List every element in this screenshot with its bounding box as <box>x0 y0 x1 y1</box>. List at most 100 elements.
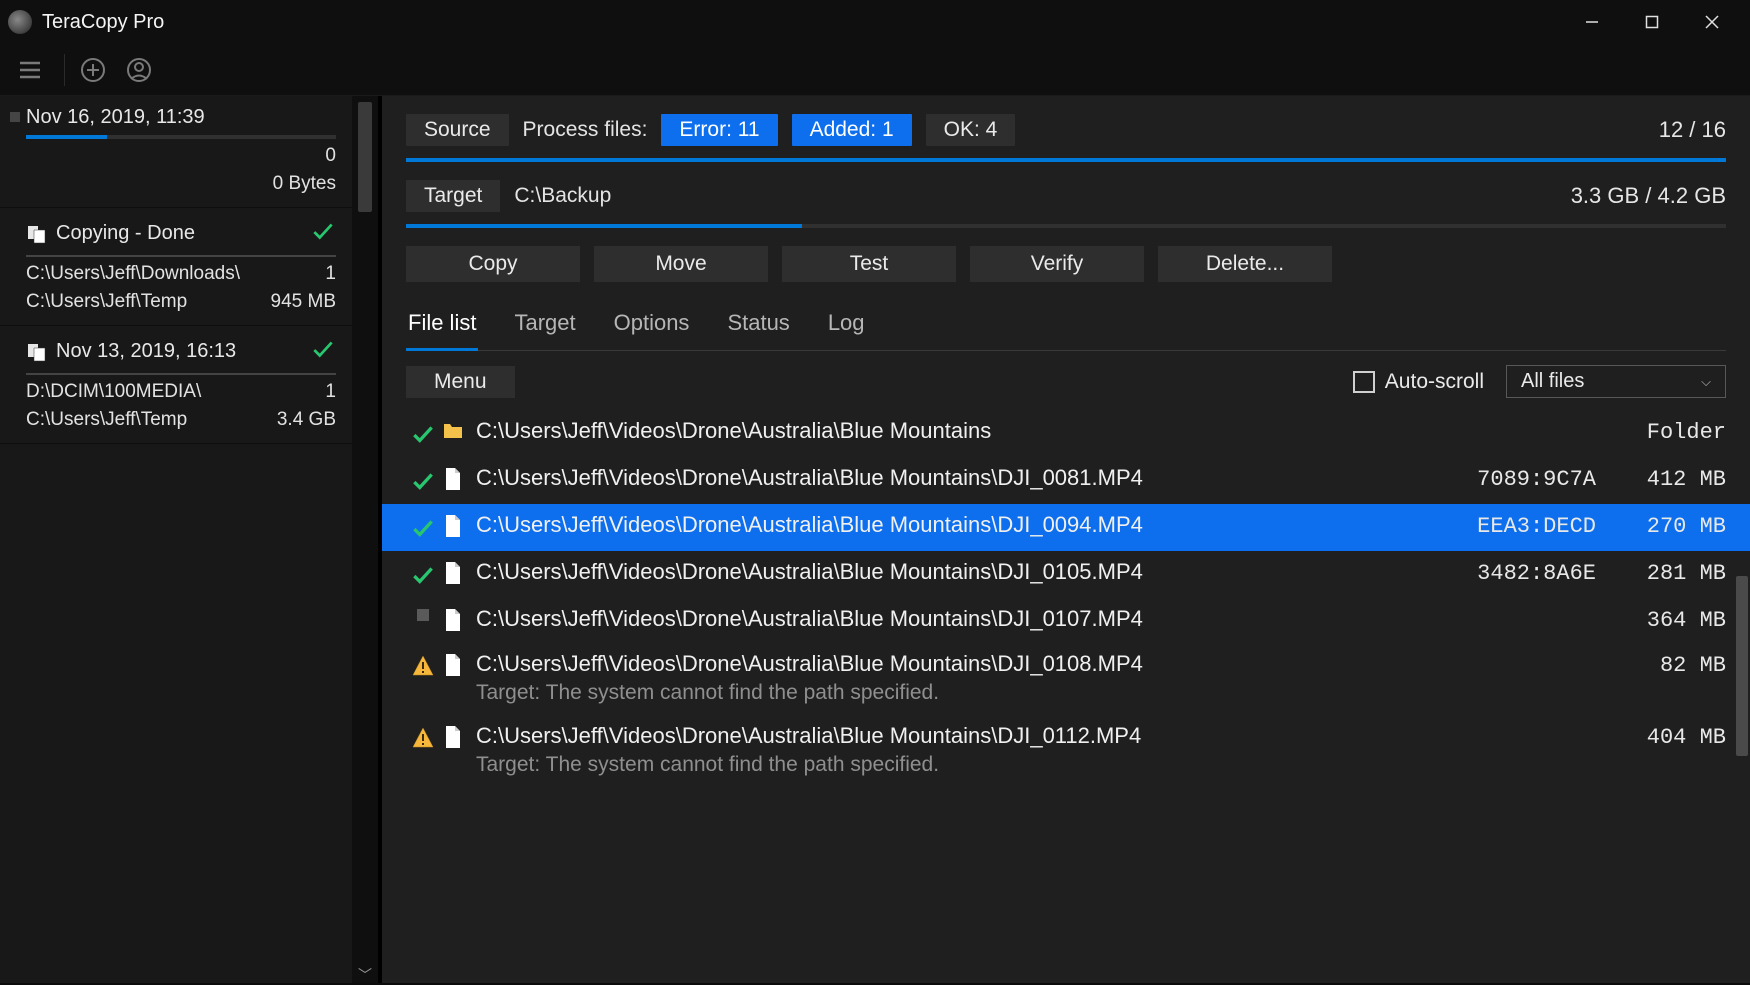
row-hash <box>1426 651 1596 653</box>
file-row[interactable]: C:\Users\Jeff\Videos\Drone\Australia\Blu… <box>382 504 1750 551</box>
row-size: 270 MB <box>1596 512 1726 539</box>
menu-button[interactable]: Menu <box>406 366 515 398</box>
row-size: Folder <box>1596 418 1726 445</box>
row-type-icon <box>440 723 466 748</box>
row-size: 364 MB <box>1596 606 1726 633</box>
app-icon <box>8 10 32 34</box>
row-path: C:\Users\Jeff\Videos\Drone\Australia\Blu… <box>476 723 1426 749</box>
target-size: 3.3 GB / 4.2 GB <box>1571 183 1726 209</box>
menu-icon[interactable] <box>10 50 50 90</box>
row-size: 82 MB <box>1596 651 1726 678</box>
file-row[interactable]: C:\Users\Jeff\Videos\Drone\Australia\Blu… <box>382 598 1750 643</box>
row-status-icon <box>406 559 440 588</box>
row-status-icon <box>406 465 440 494</box>
row-status-icon <box>406 723 440 750</box>
scroll-down-icon[interactable]: ﹀ <box>352 965 378 985</box>
add-icon[interactable] <box>73 50 113 90</box>
added-badge[interactable]: Added: 1 <box>792 114 912 146</box>
sidebar-scrollbar[interactable]: ︿ ﹀ <box>352 96 378 983</box>
job-info-row: C:\Users\Jeff\Temp3.4 GB <box>26 409 336 431</box>
content-scroll-thumb[interactable] <box>1736 576 1748 756</box>
row-type-icon <box>440 559 466 584</box>
filter-select[interactable]: All files ⌵ <box>1506 365 1726 398</box>
file-row[interactable]: C:\Users\Jeff\Videos\Drone\Australia\Blu… <box>382 715 1750 787</box>
content-scrollbar[interactable] <box>1736 576 1750 983</box>
row-type-icon <box>440 512 466 537</box>
job-info-right: 945 MB <box>271 291 336 313</box>
row-error-message: Target: The system cannot find the path … <box>476 753 1426 777</box>
file-row[interactable]: C:\Users\Jeff\Videos\Drone\Australia\Blu… <box>382 551 1750 598</box>
user-icon[interactable] <box>119 50 159 90</box>
copy-button[interactable]: Copy <box>406 246 580 282</box>
copy-icon <box>26 224 48 244</box>
check-icon <box>310 218 336 249</box>
auto-scroll-checkbox[interactable]: Auto-scroll <box>1353 370 1484 394</box>
filter-value: All files <box>1521 370 1584 393</box>
job-info-left: C:\Users\Jeff\Downloads\ <box>26 263 240 285</box>
source-button[interactable]: Source <box>406 114 509 146</box>
auto-scroll-label: Auto-scroll <box>1385 370 1484 394</box>
row-type-icon <box>440 651 466 676</box>
job-info-left: C:\Users\Jeff\Temp <box>26 291 187 313</box>
row-status-icon <box>406 512 440 541</box>
job-info-left: D:\DCIM\100MEDIA\ <box>26 381 201 403</box>
job-progress <box>26 373 336 375</box>
scroll-thumb[interactable] <box>358 102 372 212</box>
job-info-row: C:\Users\Jeff\Downloads\1 <box>26 263 336 285</box>
job-sidebar: Nov 16, 2019, 11:39 00 Bytes Copying - D… <box>0 96 378 983</box>
verify-button[interactable]: Verify <box>970 246 1144 282</box>
job-info-right: 1 <box>325 381 336 403</box>
row-path: C:\Users\Jeff\Videos\Drone\Australia\Blu… <box>476 651 1426 677</box>
sidebar-job[interactable]: Nov 16, 2019, 11:39 00 Bytes <box>0 96 352 208</box>
tab-target[interactable]: Target <box>512 304 577 350</box>
file-row[interactable]: C:\Users\Jeff\Videos\Drone\Australia\Blu… <box>382 457 1750 504</box>
error-badge[interactable]: Error: 11 <box>661 114 777 146</box>
content-tabs: File list Target Options Status Log <box>406 304 1726 351</box>
target-button[interactable]: Target <box>406 180 500 212</box>
tab-log[interactable]: Log <box>826 304 867 350</box>
row-status-icon <box>406 606 440 621</box>
delete-button[interactable]: Delete... <box>1158 246 1332 282</box>
source-row: Source Process files: Error: 11 Added: 1… <box>406 114 1726 146</box>
chevron-down-icon: ⌵ <box>1701 374 1711 390</box>
minimize-button[interactable] <box>1562 0 1622 44</box>
row-path: C:\Users\Jeff\Videos\Drone\Australia\Blu… <box>476 559 1426 585</box>
row-path: C:\Users\Jeff\Videos\Drone\Australia\Blu… <box>476 418 1426 444</box>
title-bar: TeraCopy Pro <box>0 0 1750 44</box>
target-path: C:\Backup <box>514 184 611 208</box>
row-status-icon <box>406 651 440 678</box>
target-row: Target C:\Backup 3.3 GB / 4.2 GB <box>406 180 1726 212</box>
file-row[interactable]: C:\Users\Jeff\Videos\Drone\Australia\Blu… <box>382 410 1750 457</box>
move-button[interactable]: Move <box>594 246 768 282</box>
tab-options[interactable]: Options <box>612 304 692 350</box>
action-row: Copy Move Test Verify Delete... <box>406 246 1726 282</box>
tab-status[interactable]: Status <box>725 304 791 350</box>
sidebar-job[interactable]: Copying - Done C:\Users\Jeff\Downloads\1… <box>0 208 352 326</box>
window-controls <box>1562 0 1742 44</box>
row-hash: 3482:8A6E <box>1426 559 1596 586</box>
ok-badge[interactable]: OK: 4 <box>926 114 1016 146</box>
job-title: Copying - Done <box>56 222 195 245</box>
job-info-row: 0 <box>26 145 336 167</box>
row-type-icon <box>440 418 466 439</box>
test-button[interactable]: Test <box>782 246 956 282</box>
row-hash <box>1426 606 1596 608</box>
app-title: TeraCopy Pro <box>42 11 164 34</box>
checkbox-box-icon <box>1353 371 1375 393</box>
maximize-button[interactable] <box>1622 0 1682 44</box>
sidebar-job[interactable]: Nov 13, 2019, 16:13 D:\DCIM\100MEDIA\1C:… <box>0 326 352 444</box>
row-type-icon <box>440 606 466 631</box>
tab-file-list[interactable]: File list <box>406 304 478 351</box>
row-hash: EEA3:DECD <box>1426 512 1596 539</box>
row-error-message: Target: The system cannot find the path … <box>476 681 1426 705</box>
job-progress <box>26 135 336 139</box>
file-row[interactable]: C:\Users\Jeff\Videos\Drone\Australia\Blu… <box>382 643 1750 715</box>
copy-icon <box>26 342 48 362</box>
row-size: 404 MB <box>1596 723 1726 750</box>
filelist-controls: Menu Auto-scroll All files ⌵ <box>406 365 1726 398</box>
row-status-icon <box>406 418 440 447</box>
main-toolbar <box>0 44 1750 96</box>
close-button[interactable] <box>1682 0 1742 44</box>
job-info-right: 0 Bytes <box>273 173 336 195</box>
row-path: C:\Users\Jeff\Videos\Drone\Australia\Blu… <box>476 465 1426 491</box>
